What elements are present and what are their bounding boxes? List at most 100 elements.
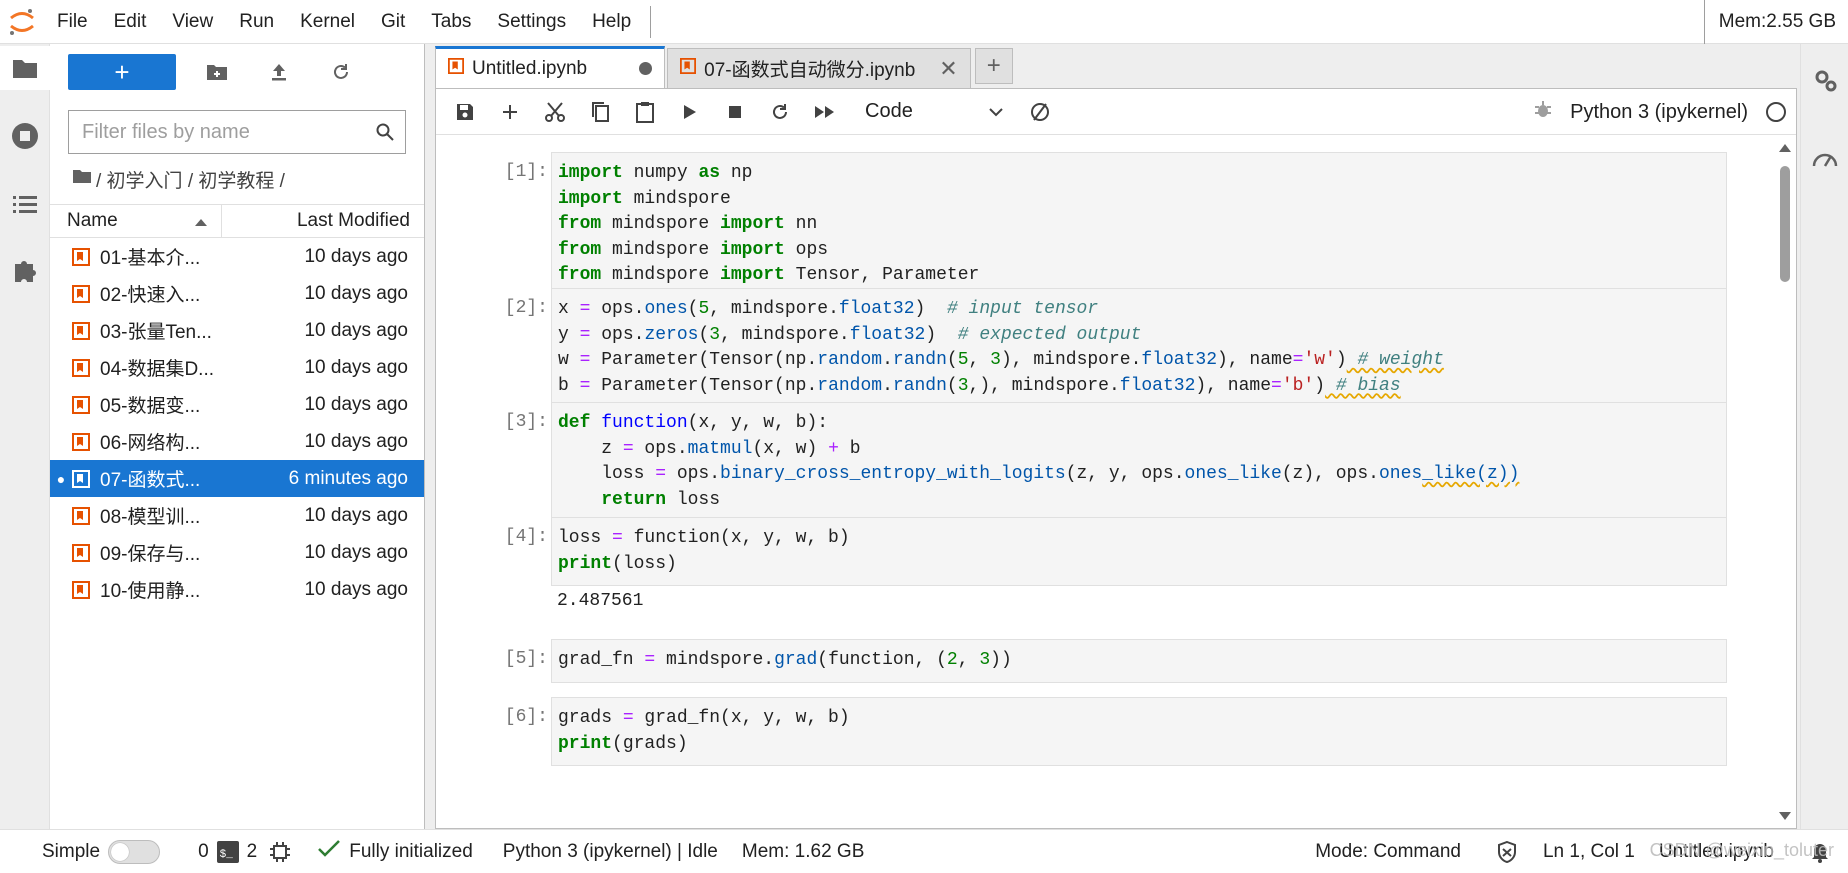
stop-icon[interactable] (712, 92, 757, 132)
file-list-item[interactable]: 06-网络构... 10 days ago (50, 423, 424, 460)
menu-edit[interactable]: Edit (101, 0, 160, 44)
add-tab-button[interactable]: + (974, 48, 1013, 84)
copy-icon[interactable] (577, 92, 622, 132)
code-editor[interactable]: import numpy as np import mindspore from… (551, 152, 1727, 298)
file-list-item[interactable]: 10-使用静... 10 days ago (50, 571, 424, 608)
terminal-count-value: 2 (246, 840, 258, 862)
sort-ascending-icon (195, 210, 207, 232)
file-modified: 10 days ago (304, 356, 408, 378)
cell-type-dropdown[interactable]: Code (865, 100, 1017, 123)
file-list-item[interactable]: 03-张量Ten... 10 days ago (50, 312, 424, 349)
new-launcher-button[interactable]: + (68, 54, 176, 90)
cut-icon[interactable] (532, 92, 577, 132)
new-folder-icon[interactable] (186, 54, 248, 90)
property-inspector-icon[interactable] (1801, 58, 1848, 102)
code-editor[interactable]: grads = grad_fn(x, y, w, b) print(grads) (551, 697, 1727, 766)
menu-git[interactable]: Git (368, 0, 418, 44)
resource-usage-gauge-icon[interactable] (1801, 136, 1848, 180)
notebook-icon (680, 57, 697, 80)
file-list-item-selected[interactable]: ● 07-函数式... 6 minutes ago (50, 460, 424, 497)
kernel-count-value: 0 (198, 840, 209, 862)
file-modified: 10 days ago (304, 282, 408, 304)
extension-status[interactable]: Fully initialized (317, 839, 473, 865)
notebook-icon (72, 358, 96, 377)
paste-icon[interactable] (622, 92, 667, 132)
file-list: 01-基本介... 10 days ago 02-快速入... 10 days … (50, 238, 424, 608)
right-sidebar-rail (1800, 44, 1848, 829)
scroll-up-icon[interactable] (1779, 144, 1791, 152)
file-list-item[interactable]: 05-数据变... 10 days ago (50, 386, 424, 423)
column-header-name[interactable]: Name (50, 205, 222, 237)
code-editor[interactable]: x = ops.ones(5, mindspore.float32) # inp… (551, 288, 1727, 408)
kernel-name[interactable]: Python 3 (ipykernel) (1570, 101, 1748, 124)
tab-label: 07-函数式自动微分.ipynb (704, 60, 916, 81)
notebook-icon (72, 580, 96, 599)
cell-prompt: [1]: (504, 162, 548, 182)
menu-divider (650, 5, 652, 38)
home-folder-icon[interactable] (72, 168, 92, 190)
file-list-item[interactable]: 08-模型训... 10 days ago (50, 497, 424, 534)
close-icon[interactable]: ✕ (939, 56, 957, 82)
code-editor[interactable]: def function(x, y, w, b): z = ops.matmul… (551, 402, 1727, 522)
file-list-item[interactable]: 02-快速入... 10 days ago (50, 275, 424, 312)
file-name: 01-基本介... (100, 248, 201, 269)
menu-view[interactable]: View (159, 0, 226, 44)
refresh-icon[interactable] (310, 54, 372, 90)
run-icon[interactable] (667, 92, 712, 132)
file-name: 07-函数式... (100, 470, 201, 491)
running-sessions-icon[interactable] (0, 114, 50, 158)
kernel-count[interactable]: 0 $_ 2 (198, 840, 258, 863)
cpu-chip-icon[interactable] (269, 841, 291, 863)
notebook-scrollbar[interactable] (1774, 136, 1796, 830)
menu-tabs[interactable]: Tabs (418, 0, 484, 44)
file-name: 08-模型训... (100, 507, 201, 528)
file-modified: 10 days ago (304, 430, 408, 452)
tab-autodiff[interactable]: 07-函数式自动微分.ipynb ✕ (667, 48, 971, 88)
upload-icon[interactable] (248, 54, 310, 90)
filter-files-input[interactable] (82, 120, 365, 144)
file-list-item[interactable]: 04-数据集D... 10 days ago (50, 349, 424, 386)
add-cell-icon[interactable] (487, 92, 532, 132)
save-icon[interactable] (442, 92, 487, 132)
menu-help[interactable]: Help (579, 0, 644, 44)
menu-kernel[interactable]: Kernel (287, 0, 368, 44)
breadcrumb-path[interactable]: / 初学入门 / 初学教程 / (96, 166, 285, 193)
kernel-status[interactable]: Python 3 (ipykernel) | Idle (503, 841, 718, 863)
checkmark-icon (317, 839, 341, 865)
table-of-contents-icon[interactable] (0, 182, 50, 226)
trusted-shield-icon[interactable] (1497, 840, 1517, 863)
scroll-thumb[interactable] (1780, 166, 1790, 282)
tab-untitled[interactable]: Untitled.ipynb (435, 46, 666, 88)
cell-prompt: [2]: (504, 298, 548, 318)
scroll-down-icon[interactable] (1779, 812, 1791, 820)
cursor-position[interactable]: Ln 1, Col 1 (1543, 841, 1635, 863)
git-diff-icon[interactable] (1017, 92, 1062, 132)
code-editor[interactable]: loss = function(x, y, w, b) print(loss) (551, 517, 1727, 586)
memory-indicator: Mem:2.55 GB (1703, 0, 1848, 44)
folder-icon[interactable] (0, 46, 50, 90)
menu-settings[interactable]: Settings (484, 0, 579, 44)
menu-run[interactable]: Run (226, 0, 287, 44)
restart-icon[interactable] (757, 92, 802, 132)
menu-file[interactable]: File (44, 0, 101, 44)
notebook-icon (72, 395, 96, 414)
unsaved-dot-icon[interactable] (639, 62, 653, 75)
notebook-cells: [1]: import numpy as np import mindspore… (436, 136, 1776, 830)
cell-output: 2.487561 (557, 591, 644, 611)
code-editor[interactable]: grad_fn = mindspore.grad(function, (2, 3… (551, 639, 1727, 683)
file-name: 09-保存与... (100, 544, 201, 565)
simple-mode-toggle[interactable] (108, 839, 161, 864)
file-name: 02-快速入... (100, 285, 201, 306)
debugger-icon[interactable] (1534, 99, 1552, 125)
status-bar: Simple 0 $_ 2 Fully initialized Python 3… (0, 829, 1848, 873)
document-tab-bar: Untitled.ipynb 07-函数式自动微分.ipynb ✕ + (425, 44, 1800, 88)
fast-forward-icon[interactable] (802, 92, 847, 132)
left-sidebar-rail (0, 44, 50, 829)
file-modified: 10 days ago (304, 578, 408, 600)
file-modified: 10 days ago (304, 319, 408, 341)
file-list-item[interactable]: 09-保存与... 10 days ago (50, 534, 424, 571)
extensions-icon[interactable] (0, 248, 50, 292)
file-list-item[interactable]: 01-基本介... 10 days ago (50, 238, 424, 275)
column-header-modified[interactable]: Last Modified (222, 205, 424, 237)
notebook-mode[interactable]: Mode: Command (1315, 841, 1461, 863)
